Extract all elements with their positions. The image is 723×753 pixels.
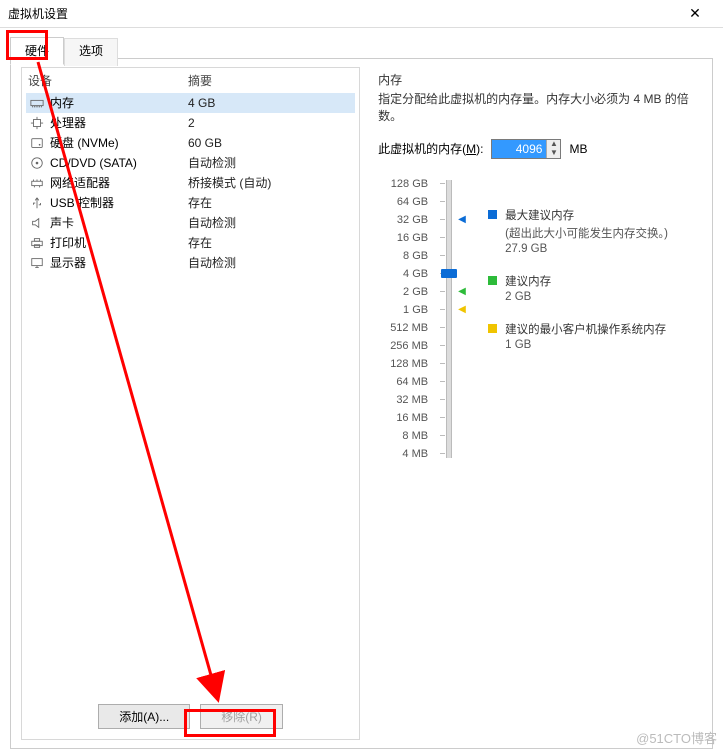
legend-rec-val: 2 GB [505,291,702,303]
title-bar: 虚拟机设置 ✕ [0,0,723,28]
slider-tick-label: 32 GB [378,211,428,229]
add-button[interactable]: 添加(A)... [98,704,190,729]
device-row-printer[interactable]: 打印机存在 [26,233,355,253]
device-name: 显示器 [50,254,188,272]
device-row-net[interactable]: 网络适配器桥接模式 (自动) [26,173,355,193]
device-row-display[interactable]: 显示器自动检测 [26,253,355,273]
memory-unit: MB [569,142,587,156]
device-summary: 存在 [188,234,353,252]
slider-tick-label: 8 GB [378,247,428,265]
slider-marker-yellow [458,303,466,315]
slider-tick-label: 8 MB [378,427,428,445]
device-name: 声卡 [50,214,188,232]
slider-thumb[interactable] [441,269,457,278]
device-summary: 4 GB [188,94,353,112]
net-icon [28,175,46,191]
device-row-memory[interactable]: 内存4 GB [26,93,355,113]
slider-tick-label: 64 MB [378,373,428,391]
legend-rec: 建议内存 [505,273,551,289]
slider-tick-label: 16 MB [378,409,428,427]
slider-tick-label: 2 GB [378,283,428,301]
legend-min-val: 1 GB [505,339,702,351]
slider-tick-labels: 128 GB64 GB32 GB16 GB8 GB4 GB2 GB1 GB512… [378,175,428,463]
memory-input[interactable] [492,140,546,158]
slider-marker-green [458,285,466,297]
device-name: 内存 [50,94,188,112]
device-list[interactable]: 内存4 GB处理器2硬盘 (NVMe)60 GBCD/DVD (SATA)自动检… [22,93,359,696]
legend-square-yellow [488,324,497,333]
device-row-sound[interactable]: 声卡自动检测 [26,213,355,233]
memory-icon [28,95,46,111]
usb-icon [28,195,46,211]
device-row-disk[interactable]: 硬盘 (NVMe)60 GB [26,133,355,153]
slider-tick-label: 4 MB [378,445,428,463]
memory-slider-area: 128 GB64 GB32 GB16 GB8 GB4 GB2 GB1 GB512… [378,175,702,463]
disc-icon [28,155,46,171]
slider-tick-label: 64 GB [378,193,428,211]
display-icon [28,255,46,271]
memory-slider[interactable] [436,175,472,463]
legend-min: 建议的最小客户机操作系统内存 [505,321,666,337]
header-device: 设备 [28,72,188,89]
disk-icon [28,135,46,151]
device-summary: 2 [188,114,353,132]
device-row-cpu[interactable]: 处理器2 [26,113,355,133]
slider-tick-label: 128 MB [378,355,428,373]
window-title: 虚拟机设置 [8,5,675,22]
device-list-header: 设备 摘要 [22,68,359,93]
legend-max-sub: (超出此大小可能发生内存交换。) [505,225,702,241]
device-name: 打印机 [50,234,188,252]
slider-tick-label: 128 GB [378,175,428,193]
device-name: USB 控制器 [50,194,188,212]
device-summary: 桥接模式 (自动) [188,174,353,192]
tab-hardware[interactable]: 硬件 [10,37,64,65]
device-row-usb[interactable]: USB 控制器存在 [26,193,355,213]
content-panel: 设备 摘要 内存4 GB处理器2硬盘 (NVMe)60 GBCD/DVD (SA… [10,58,713,749]
legend-max-val: 27.9 GB [505,243,702,255]
cpu-icon [28,115,46,131]
slider-tick-label: 32 MB [378,391,428,409]
header-summary: 摘要 [188,72,212,89]
device-name: CD/DVD (SATA) [50,154,188,172]
device-panel: 设备 摘要 内存4 GB处理器2硬盘 (NVMe)60 GBCD/DVD (SA… [21,67,360,740]
memory-input-row: 此虚拟机的内存(M): ▲ ▼ MB [378,139,702,159]
legend-max: 最大建议内存 [505,207,574,223]
memory-group-title: 内存 [378,71,702,88]
device-name: 硬盘 (NVMe) [50,134,188,152]
device-name: 网络适配器 [50,174,188,192]
memory-label: 此虚拟机的内存(M): [378,140,483,157]
remove-button: 移除(R) [200,704,283,729]
slider-tick-label: 512 MB [378,319,428,337]
device-summary: 存在 [188,194,353,212]
device-buttons: 添加(A)... 移除(R) [22,696,359,739]
sound-icon [28,215,46,231]
memory-panel: 内存 指定分配给此虚拟机的内存量。内存大小必须为 4 MB 的倍数。 此虚拟机的… [378,67,702,740]
slider-tick-label: 4 GB [378,265,428,283]
tab-options[interactable]: 选项 [64,38,118,66]
device-summary: 自动检测 [188,254,353,272]
memory-spinner[interactable]: ▲ ▼ [491,139,561,159]
close-button[interactable]: ✕ [675,0,715,28]
device-summary: 自动检测 [188,154,353,172]
memory-legend: 最大建议内存 (超出此大小可能发生内存交换。) 27.9 GB 建议内存 2 G… [480,175,702,359]
spin-down-icon[interactable]: ▼ [547,149,560,158]
legend-square-blue [488,210,497,219]
device-row-disc[interactable]: CD/DVD (SATA)自动检测 [26,153,355,173]
memory-description: 指定分配给此虚拟机的内存量。内存大小必须为 4 MB 的倍数。 [378,91,702,125]
device-name: 处理器 [50,114,188,132]
legend-square-green [488,276,497,285]
spin-buttons[interactable]: ▲ ▼ [546,140,560,158]
slider-marker-blue [458,213,466,225]
device-summary: 自动检测 [188,214,353,232]
slider-tick-label: 256 MB [378,337,428,355]
device-summary: 60 GB [188,134,353,152]
slider-tick-label: 16 GB [378,229,428,247]
slider-tick-label: 1 GB [378,301,428,319]
watermark: @51CTO博客 [636,728,717,747]
printer-icon [28,235,46,251]
